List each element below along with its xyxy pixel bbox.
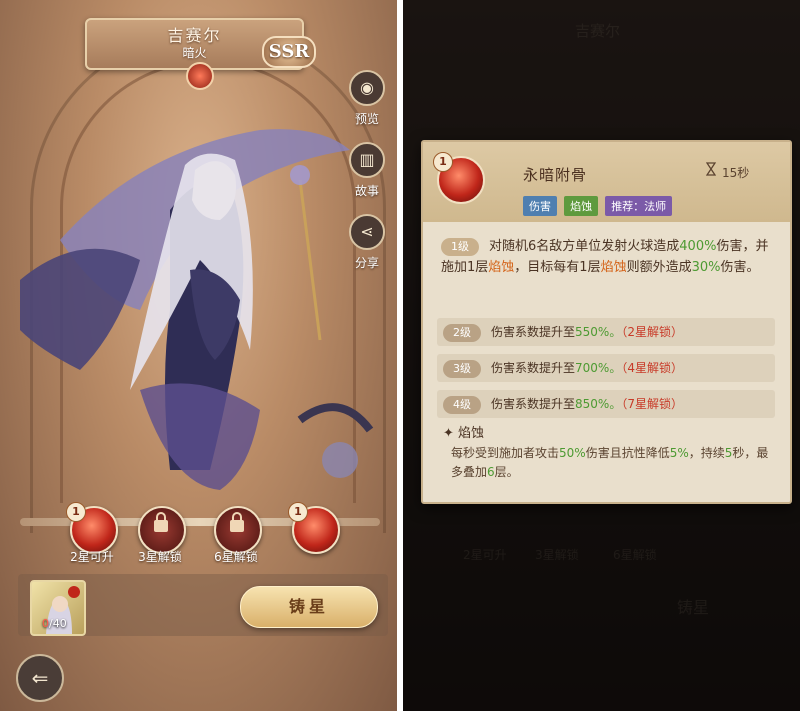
burn-keyword: 焰蚀 xyxy=(488,260,515,275)
lock-icon xyxy=(230,512,244,532)
level-4-value: 850%。 xyxy=(575,397,622,411)
cooldown-text: 15秒 xyxy=(722,166,750,180)
level-4-row: 4级 伤害系数提升至850%。（7星解锁） xyxy=(437,390,775,418)
burn-keyword: 焰蚀 xyxy=(600,260,627,275)
level-1-text: 对随机6名敌方单位发射火球造成 xyxy=(489,239,680,254)
skill-3-label: 6星解锁 xyxy=(214,550,258,564)
character-artwork xyxy=(20,129,374,490)
level-1-value: 400% xyxy=(679,239,717,254)
level-3-value: 700%。 xyxy=(575,361,622,375)
level-1-text: ，目标每有1层 xyxy=(514,260,601,275)
effect-text: 层。 xyxy=(494,465,519,479)
skill-2-button[interactable] xyxy=(138,506,186,554)
level-4-pill: 4级 xyxy=(443,396,481,414)
level-1-text: 伤害。 xyxy=(720,260,760,275)
character-panel: 吉赛尔 暗火 SSR ◉ 预览 ▥ 故事 ⋖ 分享 1 1 2星可升 3星解锁 … xyxy=(0,0,397,711)
effect-title: ✦ 焰蚀 xyxy=(443,426,485,441)
level-2-value: 550%。 xyxy=(575,325,622,339)
skill-level-badge: 1 xyxy=(433,152,453,172)
fragment-max: 40 xyxy=(52,617,67,630)
skill-3-button[interactable] xyxy=(214,506,262,554)
hourglass-icon xyxy=(706,162,716,176)
level-2-unlock: （2星解锁） xyxy=(621,325,683,339)
fragment-current: 0 xyxy=(42,617,49,630)
level-3-text: 伤害系数提升至 xyxy=(491,361,576,375)
level-3-unlock: （4星解锁） xyxy=(621,361,683,375)
level-1-pill: 1级 xyxy=(441,238,479,256)
skill-4-level-badge: 1 xyxy=(288,502,308,522)
effect-value: 6 xyxy=(487,465,495,479)
skill-2-label: 3星解锁 xyxy=(138,550,182,564)
skill-detail-card: 1 永暗附骨 15秒 伤害 焰蚀 推荐：法师 1级 对随机6名敌方单位发射火球造成… xyxy=(421,140,792,504)
effect-value: 50% xyxy=(559,446,586,460)
skill-4-button[interactable]: 1 xyxy=(288,502,340,554)
tag-burn: 焰蚀 xyxy=(564,196,599,216)
effect-name: 焰蚀 xyxy=(458,426,485,441)
level-3-pill: 3级 xyxy=(443,360,481,378)
fragment-count: 0/40 xyxy=(42,617,67,630)
level-2-pill: 2级 xyxy=(443,324,481,342)
level-1-description: 1级 对随机6名敌方单位发射火球造成400%伤害，并施加1层焰蚀，目标每有1层焰蚀… xyxy=(441,236,771,278)
tag-recommend: 推荐：法师 xyxy=(605,196,673,216)
skill-1-button[interactable]: 1 xyxy=(66,502,118,554)
effect-description: 每秒受到施加者攻击50%伤害且抗性降低5%，持续5秒，最多叠加6层。 xyxy=(451,444,771,482)
level-3-row: 3级 伤害系数提升至700%。（4星解锁） xyxy=(437,354,775,382)
dark-fire-element-icon xyxy=(186,62,214,90)
tag-damage: 伤害 xyxy=(523,196,557,216)
effect-text: ，持续 xyxy=(688,446,725,460)
level-1-value: 30% xyxy=(691,260,721,275)
level-2-text: 伤害系数提升至 xyxy=(491,325,576,339)
forge-star-button[interactable]: 铸星 xyxy=(240,586,378,628)
fire-skill-icon: 1 xyxy=(433,152,485,204)
skill-title: 永暗附骨 xyxy=(523,166,588,184)
effect-value: 5% xyxy=(669,446,689,460)
back-arrow-icon[interactable]: ⇐ xyxy=(16,654,64,702)
effect-text: 每秒受到施加者攻击 xyxy=(451,446,560,460)
effect-text: 伤害且抗性降低 xyxy=(585,446,670,460)
level-2-row: 2级 伤害系数提升至550%。（2星解锁） xyxy=(437,318,775,346)
level-4-text: 伤害系数提升至 xyxy=(491,397,576,411)
skill-tags: 伤害 焰蚀 推荐：法师 xyxy=(523,195,674,216)
skill-1-level-badge: 1 xyxy=(66,502,86,522)
level-1-text: 则额外造成 xyxy=(626,260,692,275)
rarity-badge: SSR xyxy=(262,36,316,68)
lock-icon xyxy=(154,512,168,532)
level-4-unlock: （7星解锁） xyxy=(621,397,683,411)
